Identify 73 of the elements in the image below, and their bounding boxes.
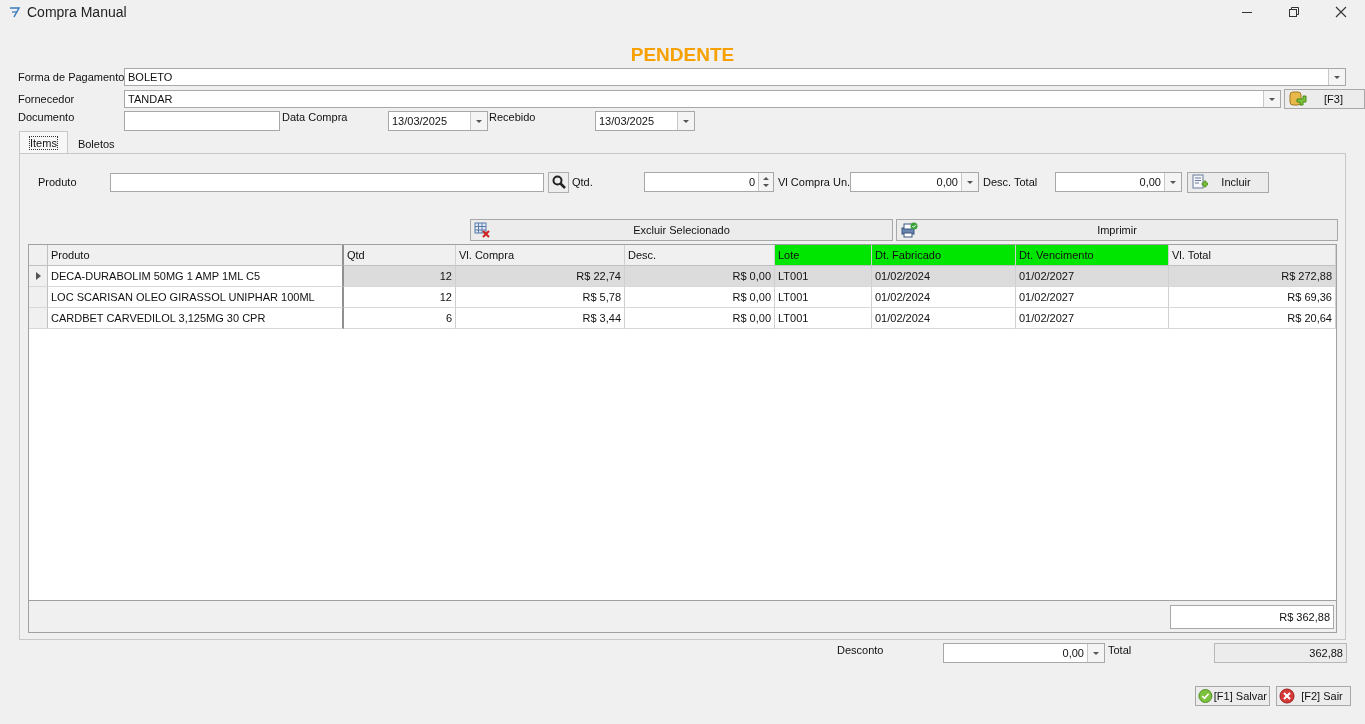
grid-corner-cell bbox=[29, 245, 48, 266]
close-icon bbox=[1335, 6, 1347, 18]
search-icon bbox=[551, 175, 566, 189]
field-label: Fornecedor bbox=[18, 93, 76, 105]
field-label: Desc. Total bbox=[983, 176, 1039, 188]
table-cell: 01/02/2024 bbox=[872, 287, 1016, 308]
database-add-icon bbox=[1289, 90, 1307, 108]
field-label: Desconto bbox=[837, 643, 885, 656]
column-header[interactable]: Lote bbox=[775, 245, 872, 266]
printer-icon bbox=[900, 222, 918, 238]
table-cell: 12 bbox=[344, 287, 456, 308]
document-field[interactable] bbox=[124, 111, 280, 131]
add-supplier-button[interactable]: [F3] bbox=[1284, 89, 1365, 109]
field-label: Total bbox=[1108, 643, 1133, 656]
total-field: 362,88 bbox=[1214, 643, 1347, 663]
unit-price-field[interactable]: 0,00 bbox=[850, 172, 979, 192]
table-cell: LT001 bbox=[775, 287, 872, 308]
app-icon bbox=[9, 6, 21, 18]
restore-icon bbox=[1288, 6, 1300, 18]
table-cell: LT001 bbox=[775, 266, 872, 287]
table-cell: R$ 0,00 bbox=[625, 266, 775, 287]
table-cell: 12 bbox=[344, 266, 456, 287]
save-button[interactable]: [F1] Salvar bbox=[1195, 686, 1270, 706]
print-button[interactable]: Imprimir bbox=[896, 219, 1338, 241]
status-label: PENDENTE bbox=[630, 44, 735, 66]
column-header[interactable]: Qtd bbox=[344, 245, 456, 266]
table-cell: 01/02/2027 bbox=[1016, 266, 1169, 287]
checkmark-icon bbox=[1198, 688, 1213, 704]
field-label: Qtd. bbox=[572, 176, 594, 188]
table-cell: 01/02/2027 bbox=[1016, 287, 1169, 308]
window-title: Compra Manual bbox=[27, 4, 127, 20]
row-pointer-icon bbox=[35, 272, 41, 280]
table-cell: R$ 5,78 bbox=[456, 287, 625, 308]
column-header[interactable]: Vl. Total bbox=[1169, 245, 1336, 266]
column-header[interactable]: Dt. Vencimento bbox=[1016, 245, 1169, 266]
column-header[interactable]: Desc. bbox=[625, 245, 775, 266]
row-header-cell[interactable] bbox=[29, 287, 48, 308]
tab[interactable]: Boletos bbox=[67, 133, 125, 153]
product-field[interactable] bbox=[110, 172, 544, 192]
field-label: Data Compra bbox=[282, 110, 349, 123]
field-label: Documento bbox=[18, 110, 76, 123]
payment-dropdown[interactable]: BOLETO bbox=[124, 68, 1346, 86]
close-circle-icon bbox=[1279, 688, 1295, 704]
table-cell: LOC SCARISAN OLEO GIRASSOL UNIPHAR 100ML bbox=[48, 287, 344, 308]
field-label: Vl Compra Un. bbox=[778, 176, 850, 188]
table-cell: R$ 0,00 bbox=[625, 287, 775, 308]
table-cell: R$ 69,36 bbox=[1169, 287, 1336, 308]
table-cell: 01/02/2024 bbox=[872, 266, 1016, 287]
column-header[interactable]: Produto bbox=[48, 245, 344, 266]
field-label: Recebido bbox=[489, 110, 537, 123]
table-cell: R$ 22,74 bbox=[456, 266, 625, 287]
table-cell: R$ 272,88 bbox=[1169, 266, 1336, 287]
tab[interactable]: Items bbox=[19, 131, 68, 153]
document-add-icon bbox=[1192, 174, 1208, 190]
table-delete-icon bbox=[474, 222, 490, 238]
total-discount-field[interactable]: 0,00 bbox=[943, 643, 1105, 663]
field-label: Forma de Pagamento bbox=[18, 71, 124, 83]
column-header[interactable]: Dt. Fabricado bbox=[872, 245, 1016, 266]
search-button[interactable] bbox=[548, 171, 569, 193]
field-label: Produto bbox=[38, 176, 78, 188]
spin-arrows-icon bbox=[761, 175, 771, 189]
grid-total-field: R$ 362,88 bbox=[1170, 604, 1334, 629]
row-header-cell[interactable] bbox=[29, 308, 48, 329]
discount-field[interactable]: 0,00 bbox=[1055, 172, 1182, 192]
supplier-dropdown[interactable]: TANDAR bbox=[124, 90, 1281, 108]
include-button[interactable]: Incluir bbox=[1187, 171, 1269, 193]
date-field[interactable]: 13/03/2025 bbox=[595, 111, 695, 131]
exit-button[interactable]: [F2] Sair bbox=[1276, 686, 1351, 706]
date-field[interactable]: 13/03/2025 bbox=[388, 111, 488, 131]
delete-selected-button[interactable]: Excluir Selecionado bbox=[470, 219, 893, 241]
quantity-spinner[interactable]: 0 bbox=[644, 172, 774, 192]
row-header-cell[interactable] bbox=[29, 266, 48, 287]
column-header[interactable]: Vl. Compra bbox=[456, 245, 625, 266]
